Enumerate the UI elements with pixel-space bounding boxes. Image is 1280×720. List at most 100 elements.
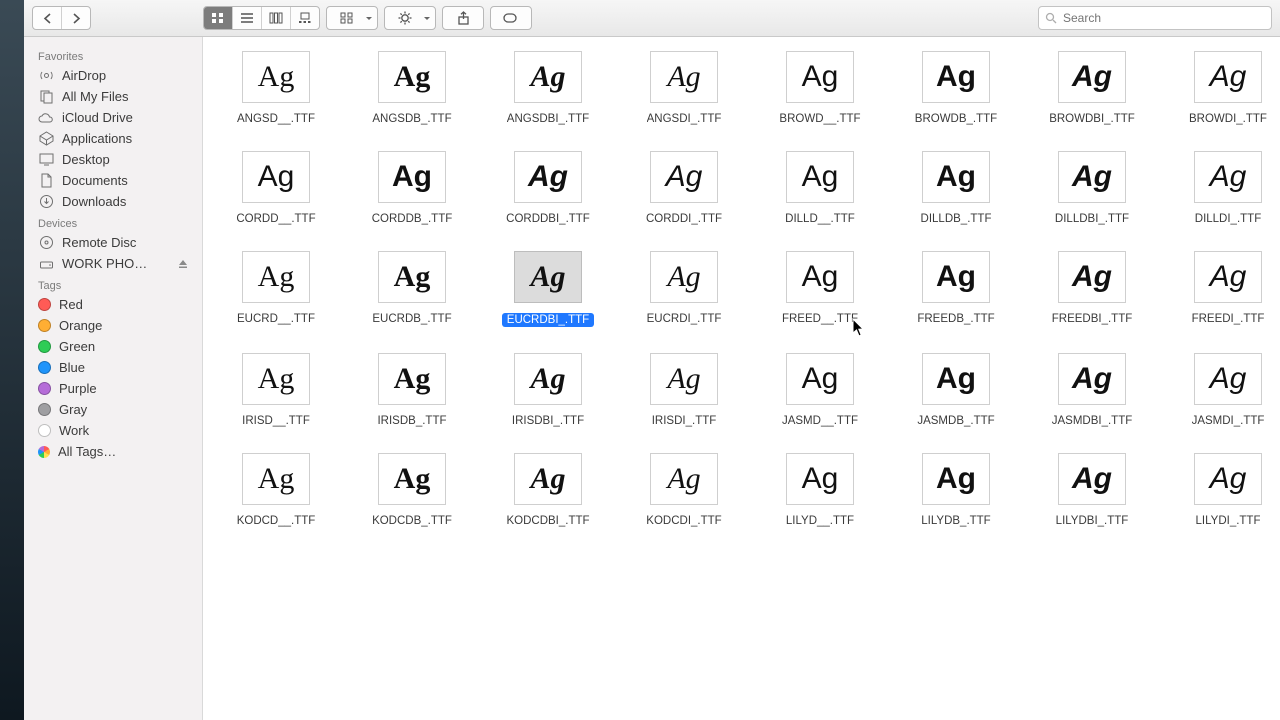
font-glyph: Ag (258, 62, 295, 92)
file-item[interactable]: AgIRISDBI_.TTF (481, 353, 615, 427)
sidebar-item-cloud[interactable]: iCloud Drive (24, 107, 202, 128)
file-item[interactable]: AgCORDDBI_.TTF (481, 151, 615, 225)
file-thumbnail: Ag (922, 453, 990, 505)
view-gallery-button[interactable] (290, 7, 319, 29)
file-thumbnail: Ag (786, 151, 854, 203)
sidebar-item-docs[interactable]: Documents (24, 170, 202, 191)
view-list-button[interactable] (232, 7, 261, 29)
file-item[interactable]: AgEUCRD__.TTF (209, 251, 343, 327)
file-item[interactable]: AgEUCRDI_.TTF (617, 251, 751, 327)
file-item[interactable]: AgJASMDBI_.TTF (1025, 353, 1159, 427)
file-item[interactable]: AgJASMD__.TTF (753, 353, 887, 427)
share-button[interactable] (442, 6, 484, 30)
font-glyph: Ag (392, 162, 432, 192)
file-item[interactable]: AgLILYDI_.TTF (1161, 453, 1280, 527)
file-item[interactable]: AgLILYDB_.TTF (889, 453, 1023, 527)
file-item[interactable]: Ag EUCRDB_.TTF (345, 251, 479, 327)
sidebar-item-disc[interactable]: Remote Disc (24, 232, 202, 253)
file-item[interactable]: AgIRISDB_.TTF (345, 353, 479, 427)
file-item[interactable]: AgIRISD__.TTF (209, 353, 343, 427)
sidebar-tag-green[interactable]: Green (24, 336, 202, 357)
file-thumbnail: Ag (378, 251, 446, 303)
sidebar-item-drive[interactable]: WORK PHO… (24, 253, 202, 274)
file-item[interactable]: AgANGSDB_.TTF (345, 51, 479, 125)
file-item[interactable]: AgLILYD__.TTF (753, 453, 887, 527)
file-item[interactable]: AgFREEDI_.TTF (1161, 251, 1280, 327)
file-item[interactable]: Ag LILYDBI_.TTF (1025, 453, 1159, 527)
file-item[interactable]: AgBROWDB_.TTF (889, 51, 1023, 125)
file-thumbnail: Ag (1058, 353, 1126, 405)
file-item[interactable]: AgDILLDI_.TTF (1161, 151, 1280, 225)
file-item[interactable]: AgANGSDBI_.TTF (481, 51, 615, 125)
view-icons-button[interactable] (204, 7, 232, 29)
file-item[interactable]: AgCORDD__.TTF (209, 151, 343, 225)
file-item[interactable]: Ag CORDDI_.TTF (617, 151, 751, 225)
sidebar-tag-gray[interactable]: Gray (24, 399, 202, 420)
file-item[interactable]: AgIRISDI_.TTF (617, 353, 751, 427)
sidebar-item-label: Downloads (62, 194, 126, 209)
file-item[interactable]: AgKODCD__.TTF (209, 453, 343, 527)
sidebar-tag-orange[interactable]: Orange (24, 315, 202, 336)
sidebar-tag-none[interactable]: Work (24, 420, 202, 441)
sidebar-item-download[interactable]: Downloads (24, 191, 202, 212)
file-item[interactable]: AgEUCRDBI_.TTF (481, 251, 615, 327)
file-thumbnail: Ag (514, 453, 582, 505)
file-item[interactable]: AgKODCDI_.TTF (617, 453, 751, 527)
file-item[interactable]: AgKODCDB_.TTF (345, 453, 479, 527)
download-icon (38, 194, 54, 209)
file-name: LILYDBI_.TTF (1056, 515, 1129, 527)
search-field[interactable] (1038, 6, 1272, 30)
file-item[interactable]: AgANGSD__.TTF (209, 51, 343, 125)
file-thumbnail: Ag (1194, 353, 1262, 405)
back-button[interactable] (33, 7, 61, 29)
arrange-button[interactable] (326, 6, 378, 30)
sidebar-item-apps[interactable]: Applications (24, 128, 202, 149)
file-item[interactable]: AgDILLDB_.TTF (889, 151, 1023, 225)
file-thumbnail: Ag (786, 453, 854, 505)
forward-button[interactable] (61, 7, 90, 29)
tag-dot-icon (38, 424, 51, 437)
file-name: KODCDI_.TTF (646, 515, 721, 527)
file-name: JASMDB_.TTF (917, 415, 994, 427)
file-item[interactable]: AgKODCDBI_.TTF (481, 453, 615, 527)
file-name: DILLDI_.TTF (1195, 213, 1261, 225)
search-input[interactable] (1061, 10, 1265, 26)
content-area[interactable]: AgANGSD__.TTFAgANGSDB_.TTFAgANGSDBI_.TTF… (203, 37, 1280, 720)
view-mode-segment (203, 6, 320, 30)
file-thumbnail: Ag (650, 151, 718, 203)
view-columns-button[interactable] (261, 7, 290, 29)
sidebar-item-label: Green (59, 339, 95, 354)
sidebar-item-desktop[interactable]: Desktop (24, 149, 202, 170)
file-item[interactable]: AgJASMDB_.TTF (889, 353, 1023, 427)
file-name: EUCRDB_.TTF (372, 313, 451, 325)
file-item[interactable]: AgFREED__.TTF (753, 251, 887, 327)
sidebar-item-files[interactable]: All My Files (24, 86, 202, 107)
file-item[interactable]: AgBROWDBI_.TTF (1025, 51, 1159, 125)
sidebar-tag-all[interactable]: All Tags… (24, 441, 202, 462)
sidebar-item-label: All Tags… (58, 444, 116, 459)
file-item[interactable]: AgFREEDB_.TTF (889, 251, 1023, 327)
file-name: FREEDB_.TTF (917, 313, 994, 325)
file-thumbnail: Ag (378, 151, 446, 203)
file-item[interactable]: AgBROWDI_.TTF (1161, 51, 1280, 125)
sidebar-tag-purple[interactable]: Purple (24, 378, 202, 399)
file-thumbnail: Ag (1058, 453, 1126, 505)
file-item[interactable]: AgANGSDI_.TTF (617, 51, 751, 125)
tags-button[interactable] (490, 6, 532, 30)
sidebar-item-airdrop[interactable]: AirDrop (24, 65, 202, 86)
file-item[interactable]: AgCORDDB_.TTF (345, 151, 479, 225)
file-item[interactable]: AgFREEDBI_.TTF (1025, 251, 1159, 327)
file-item[interactable]: AgJASMDI_.TTF (1161, 353, 1280, 427)
sidebar-tag-blue[interactable]: Blue (24, 357, 202, 378)
file-name: CORDDI_.TTF (646, 213, 722, 225)
file-item[interactable]: AgDILLDBI_.TTF (1025, 151, 1159, 225)
sidebar-item-label: Gray (59, 402, 87, 417)
file-thumbnail: Ag (1194, 453, 1262, 505)
action-button[interactable] (384, 6, 436, 30)
file-item[interactable]: AgBROWD__.TTF (753, 51, 887, 125)
sidebar-item-label: Work (59, 423, 89, 438)
eject-icon[interactable] (178, 259, 188, 269)
file-item[interactable]: AgDILLD__.TTF (753, 151, 887, 225)
sidebar-item-label: Orange (59, 318, 102, 333)
sidebar-tag-red[interactable]: Red (24, 294, 202, 315)
